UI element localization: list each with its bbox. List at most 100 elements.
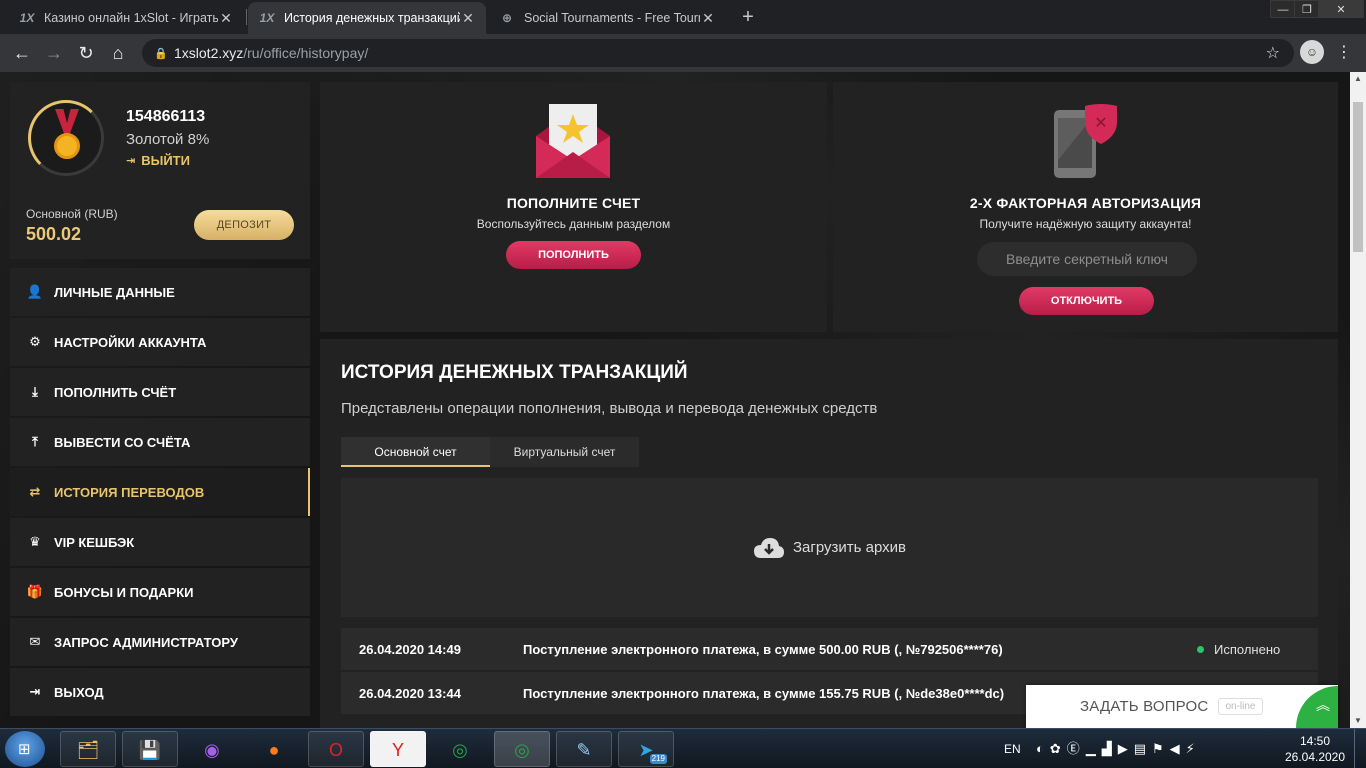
secret-key-input[interactable] bbox=[977, 242, 1197, 276]
close-tab-icon[interactable]: ✕ bbox=[460, 10, 476, 27]
ask-question-widget[interactable]: ЗАДАТЬ ВОПРОС on-line ︽ bbox=[1026, 685, 1338, 728]
close-tab-icon[interactable]: ✕ bbox=[700, 10, 716, 27]
menu-item-label: БОНУСЫ И ПОДАРКИ bbox=[54, 584, 194, 600]
tab-casino[interactable]: 1X Казино онлайн 1xSlot - Играть в ✕ bbox=[8, 2, 244, 34]
back-arrow-icon[interactable]: ← bbox=[10, 41, 34, 65]
floppy-save-icon[interactable]: 💾 bbox=[122, 731, 178, 767]
two-factor-subtitle: Получите надёжную защиту аккаунта! bbox=[979, 217, 1192, 231]
firefox-icon[interactable]: ● bbox=[246, 731, 302, 767]
tab-virtual-account[interactable]: Виртуальный счет bbox=[490, 437, 639, 467]
table-row: 26.04.2020 14:49 Поступление электронног… bbox=[341, 628, 1318, 670]
tab-history[interactable]: 1X История денежных транзакций ✕ bbox=[248, 2, 486, 34]
menu-item-withdraw[interactable]: ⤒ ВЫВЕСТИ СО СЧЁТА bbox=[10, 418, 310, 466]
scroll-up-arrow-icon[interactable]: ▲ bbox=[1350, 72, 1366, 86]
gift-icon: 🎁 bbox=[26, 584, 44, 599]
chrome-active-icon[interactable]: ◎ bbox=[494, 731, 550, 767]
balance-value: 500.02 bbox=[26, 224, 82, 244]
menu-item-transfer-history[interactable]: ⇄ ИСТОРИЯ ПЕРЕВОДОВ bbox=[10, 468, 310, 516]
menu-item-label: ЛИЧНЫЕ ДАННЫЕ bbox=[54, 284, 175, 300]
tab-title: Social Tournaments - Free Tourn bbox=[524, 11, 700, 25]
user-rank: Золотой 8% bbox=[126, 131, 210, 148]
deposit-panel-subtitle: Воспользуйтесь данным разделом bbox=[476, 217, 671, 231]
url-text: 1xslot2.xyz/ru/office/historypay/ bbox=[174, 45, 368, 61]
scroll-down-arrow-icon[interactable]: ▼ bbox=[1350, 714, 1366, 728]
close-tab-icon[interactable]: ✕ bbox=[218, 10, 234, 27]
opera-icon[interactable]: O bbox=[308, 731, 364, 767]
top-up-button[interactable]: ПОПОЛНИТЬ bbox=[506, 241, 641, 269]
file-explorer-icon[interactable]: 🗂 bbox=[60, 731, 116, 767]
show-desktop-button[interactable] bbox=[1354, 729, 1366, 768]
disable-2fa-button[interactable]: ОТКЛЮЧИТЬ bbox=[1019, 287, 1154, 315]
phone-shield-icon: ✕ bbox=[1054, 104, 1117, 178]
menu-item-vip-cashback[interactable]: ♛ VIP КЕШБЭК bbox=[10, 518, 310, 566]
status-dot bbox=[1197, 645, 1204, 653]
scrollbar-thumb[interactable] bbox=[1353, 102, 1363, 252]
user-plus-icon: 👤 bbox=[26, 284, 44, 299]
minimize-window-button[interactable]: — bbox=[1270, 0, 1296, 18]
notepad-icon[interactable]: ✎ bbox=[556, 731, 612, 767]
tor-browser-icon[interactable]: ◉ bbox=[184, 731, 240, 767]
new-tab-button[interactable]: + bbox=[736, 4, 760, 30]
deposit-promo-panel: ПОПОЛНИТЕ СЧЕТ Воспользуйтесь данным раз… bbox=[320, 82, 827, 332]
maximize-window-button[interactable]: ❐ bbox=[1294, 0, 1320, 18]
menu-item-deposit[interactable]: ⤓ ПОПОЛНИТЬ СЧЁТ bbox=[10, 368, 310, 416]
history-subtitle: Представлены операции пополнения, вывода… bbox=[341, 400, 878, 417]
reload-icon[interactable]: ↻ bbox=[74, 41, 98, 65]
telegram-icon[interactable]: ➤ 219 bbox=[618, 731, 674, 767]
page-scrollbar[interactable]: ▲ ▼ bbox=[1350, 72, 1366, 728]
logout-link[interactable]: ⇥ ВЫЙТИ bbox=[126, 153, 190, 168]
yandex-browser-icon[interactable]: Y bbox=[370, 731, 426, 767]
system-tray-icons[interactable]: ◐✿Ⓔ▁▟▶▤⚑◀⚡ bbox=[1036, 729, 1201, 768]
download-archive-button[interactable]: Загрузить архив bbox=[341, 478, 1318, 617]
menu-item-bonuses[interactable]: 🎁 БОНУСЫ И ПОДАРКИ bbox=[10, 568, 310, 616]
menu-item-label: ВЫВЕСТИ СО СЧЁТА bbox=[54, 434, 191, 450]
lock-icon: 🔒 bbox=[154, 47, 168, 60]
language-indicator[interactable]: EN bbox=[1004, 729, 1021, 768]
logout-icon: ⇥ bbox=[29, 684, 41, 699]
tab-title: История денежных транзакций bbox=[284, 11, 460, 25]
gold-medal-icon bbox=[28, 100, 104, 176]
transaction-date: 26.04.2020 13:44 bbox=[359, 685, 461, 701]
chrome-icon[interactable]: ◎ bbox=[432, 731, 488, 767]
taskbar-clock[interactable]: 14:50 26.04.2020 bbox=[1280, 733, 1350, 765]
browser-toolbar: ← → ↻ ⌂ 🔒 1xslot2.xyz/ru/office/historyp… bbox=[0, 34, 1366, 72]
clock-date: 26.04.2020 bbox=[1284, 750, 1346, 764]
two-factor-panel: ✕ 2-Х ФАКТОРНАЯ АВТОРИЗАЦИЯ Получите над… bbox=[833, 82, 1338, 332]
windows-logo-icon: ⊞ bbox=[18, 741, 31, 758]
upload-icon: ⤒ bbox=[32, 434, 38, 449]
balance-label: Основной (RUB) bbox=[26, 207, 118, 221]
menu-item-account-settings[interactable]: ⚙ НАСТРОЙКИ АККАУНТА bbox=[10, 318, 310, 366]
url-host: 1xslot2.xyz bbox=[174, 45, 244, 61]
gears-icon: ⚙ bbox=[29, 334, 41, 349]
close-window-button[interactable]: ✕ bbox=[1318, 0, 1364, 18]
menu-item-personal-data[interactable]: 👤 ЛИЧНЫЕ ДАННЫЕ bbox=[10, 268, 310, 316]
tab-main-account[interactable]: Основной счет bbox=[341, 437, 490, 467]
crown-icon: ♛ bbox=[29, 534, 41, 549]
tab-social-tournaments[interactable]: ⊕ Social Tournaments - Free Tourn ✕ bbox=[488, 2, 726, 34]
expand-chat-button[interactable]: ︽ bbox=[1296, 686, 1338, 728]
home-icon[interactable]: ⌂ bbox=[106, 41, 130, 65]
browser-menu-icon[interactable]: ⋮ bbox=[1336, 41, 1352, 65]
account-tabs: Основной счет Виртуальный счет bbox=[341, 437, 639, 467]
transaction-history-panel: ИСТОРИЯ ДЕНЕЖНЫХ ТРАНЗАКЦИЙ Представлены… bbox=[320, 339, 1338, 728]
ask-question-label: ЗАДАТЬ ВОПРОС bbox=[1080, 698, 1209, 715]
envelope-star-icon bbox=[536, 104, 610, 178]
deposit-panel-title: ПОПОЛНИТЕ СЧЕТ bbox=[506, 195, 641, 211]
double-chevron-up-icon: ︽ bbox=[1316, 697, 1330, 713]
url-path: /ru/office/historypay/ bbox=[243, 45, 369, 61]
transaction-status: Исполнено bbox=[1197, 642, 1280, 657]
medal-coin bbox=[54, 133, 80, 159]
menu-item-admin-request[interactable]: ✉ ЗАПРОС АДМИНИСТРАТОРУ bbox=[10, 618, 310, 666]
bookmark-star-icon[interactable]: ☆ bbox=[1266, 43, 1280, 63]
account-menu: 👤 ЛИЧНЫЕ ДАННЫЕ ⚙ НАСТРОЙКИ АККАУНТА ⤓ П… bbox=[10, 268, 310, 718]
page-viewport: 154866113 Золотой 8% ⇥ ВЫЙТИ Основной (R… bbox=[0, 72, 1350, 728]
forward-arrow-icon[interactable]: → bbox=[42, 41, 66, 65]
menu-item-label: ПОПОЛНИТЬ СЧЁТ bbox=[54, 384, 177, 400]
transfer-arrows-icon: ⇄ bbox=[29, 484, 41, 499]
start-button[interactable]: ⊞ bbox=[5, 731, 45, 767]
deposit-button[interactable]: ДЕПОЗИТ bbox=[194, 210, 294, 240]
menu-item-exit[interactable]: ⇥ ВЫХОД bbox=[10, 668, 310, 716]
address-bar[interactable]: 🔒 1xslot2.xyz/ru/office/historypay/ ☆ bbox=[142, 39, 1294, 67]
online-status-badge: on-line bbox=[1218, 698, 1263, 715]
profile-avatar[interactable]: ☺ bbox=[1300, 40, 1324, 64]
